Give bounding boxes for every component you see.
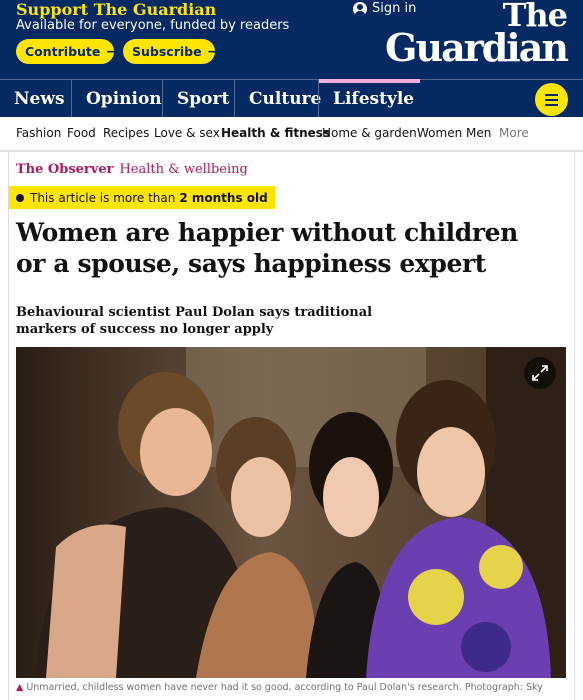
subnav-women[interactable]: Women (417, 126, 462, 140)
pillar-news-label: News (14, 88, 65, 109)
column-rule (8, 152, 9, 700)
clock-icon (16, 193, 24, 202)
age-prefix: This article is more than (30, 190, 176, 205)
subnav-food[interactable]: Food (67, 126, 96, 140)
subnav-health-fitness[interactable]: Health & fitness (221, 126, 330, 140)
pillar-lifestyle-label: Lifestyle (333, 88, 415, 109)
support-subtitle: Available for everyone, funded by reader… (16, 18, 290, 33)
article-age-warning: This article is more than 2 months old (9, 186, 275, 209)
arrow-right-icon: → (106, 43, 119, 60)
subscribe-label: Subscribe (132, 44, 202, 59)
arrow-right-icon: → (207, 43, 220, 60)
article-standfirst: Behavioural scientist Paul Dolan says tr… (16, 305, 373, 337)
user-icon (353, 1, 367, 16)
expand-image-button[interactable] (524, 357, 556, 389)
image-caption: ▲ Unmarried, childless women have never h… (16, 682, 543, 693)
section-health-wellbeing[interactable]: Health & wellbeing (119, 162, 247, 177)
photo-illustration (16, 347, 566, 678)
triangle-up-icon: ▲ (16, 682, 24, 693)
support-title: Support The Guardian (16, 0, 217, 19)
subnav-recipes[interactable]: Recipes (103, 126, 149, 140)
logo-line-2: Guardian (385, 25, 569, 71)
pillar-sport-label: Sport (177, 88, 230, 109)
subscribe-button[interactable]: Subscribe → (123, 39, 219, 64)
subnav-fashion[interactable]: Fashion (16, 126, 61, 140)
subnav-men[interactable]: Men (466, 126, 491, 140)
section-observer[interactable]: The Observer (16, 162, 113, 177)
sub-nav: Fashion Food Recipes Love & sex Health &… (0, 117, 583, 151)
pillar-opinion-label: Opinion (86, 88, 162, 109)
contribute-label: Contribute (25, 44, 101, 59)
subnav-more[interactable]: More (499, 126, 529, 140)
pillar-culture-label: Culture (249, 88, 322, 109)
guardian-logo[interactable]: The Guardian (385, 0, 569, 71)
caption-text: Unmarried, childless women have never ha… (26, 682, 543, 693)
menu-button[interactable] (535, 83, 568, 116)
pillar-opinion[interactable]: Opinion (71, 80, 162, 117)
divider (0, 151, 583, 152)
pillar-news[interactable]: News (0, 80, 71, 117)
section-label: The Observer Health & wellbeing (16, 162, 248, 177)
subnav-home-garden[interactable]: Home & garden (322, 126, 417, 140)
pillar-nav: News Opinion Sport Culture Lifestyle (0, 79, 583, 117)
pillar-culture[interactable]: Culture (234, 80, 322, 117)
column-rule (574, 152, 575, 700)
contribute-button[interactable]: Contribute → (16, 39, 118, 64)
article-main-image[interactable] (16, 347, 566, 678)
pillar-lifestyle[interactable]: Lifestyle (318, 79, 420, 117)
site-header: Support The Guardian Available for every… (0, 0, 583, 79)
subnav-love-sex[interactable]: Love & sex (154, 126, 220, 140)
article-headline: Women are happier without children or a … (16, 218, 518, 278)
age-value: 2 months old (179, 190, 268, 205)
expand-icon (532, 365, 548, 381)
pillar-sport[interactable]: Sport (162, 80, 234, 117)
